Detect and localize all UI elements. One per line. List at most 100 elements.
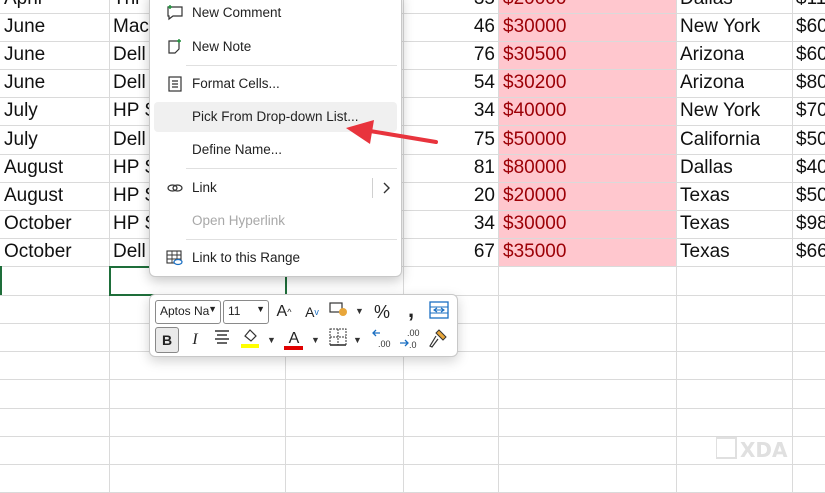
- cell-units[interactable]: 34: [405, 210, 495, 238]
- cell-month[interactable]: October: [4, 238, 72, 266]
- chevron-down-icon[interactable]: ▼: [355, 306, 364, 316]
- fill-color-button[interactable]: [239, 327, 261, 351]
- menu-item-link-to-range[interactable]: Link to this Range: [154, 243, 397, 273]
- menu-separator: [186, 168, 397, 169]
- cell-extra[interactable]: $11: [796, 0, 825, 13]
- cell-extra[interactable]: $50: [796, 126, 825, 154]
- increase-decimal-button[interactable]: .00.0: [398, 327, 420, 351]
- borders-button[interactable]: [327, 328, 349, 352]
- cell-city[interactable]: Arizona: [680, 69, 744, 97]
- cell-units[interactable]: 20: [405, 182, 495, 210]
- cell-price[interactable]: $35000: [503, 238, 566, 266]
- cell-price[interactable]: $30200: [503, 69, 566, 97]
- cell-product[interactable]: Dell: [113, 126, 153, 154]
- align-center-button[interactable]: [211, 328, 233, 352]
- cell-product[interactable]: Dell: [113, 41, 153, 69]
- bold-button[interactable]: B: [155, 327, 179, 353]
- font-color-icon: A: [288, 330, 300, 347]
- chevron-down-icon[interactable]: ▼: [311, 335, 320, 345]
- shrink-font-button[interactable]: Av: [301, 300, 323, 324]
- font-name-select[interactable]: Aptos Na ▼: [155, 300, 221, 324]
- cell-month[interactable]: June: [4, 13, 45, 41]
- spreadsheet-grid[interactable]: April Thi 35 $20000 Dallas $11 June Mac …: [0, 0, 825, 493]
- cell-price[interactable]: $50000: [503, 126, 566, 154]
- cell-units[interactable]: 46: [405, 13, 495, 41]
- chevron-down-icon[interactable]: ▼: [353, 335, 362, 345]
- menu-item-new-comment[interactable]: New Comment: [154, 0, 397, 28]
- cell-price[interactable]: $20000: [503, 0, 566, 13]
- cell-price[interactable]: $20000: [503, 182, 566, 210]
- xda-watermark-logo: XDA: [715, 434, 796, 464]
- cell-product[interactable]: HP S: [113, 97, 153, 125]
- cell-extra[interactable]: $60: [796, 41, 825, 69]
- grid-line: [0, 379, 825, 380]
- cell-extra[interactable]: $60: [796, 13, 825, 41]
- cell-city[interactable]: Dallas: [680, 154, 733, 182]
- menu-item-label: Format Cells...: [192, 76, 280, 91]
- cell-price[interactable]: $30000: [503, 13, 566, 41]
- cell-month[interactable]: June: [4, 41, 45, 69]
- cell-city[interactable]: Texas: [680, 210, 730, 238]
- bold-icon: B: [161, 332, 173, 348]
- chevron-down-icon[interactable]: ▼: [267, 335, 276, 345]
- grow-font-button[interactable]: A^: [273, 300, 295, 324]
- grid-line: [0, 436, 825, 437]
- cell-price[interactable]: $80000: [503, 154, 566, 182]
- grid-line: [498, 0, 499, 493]
- cell-month[interactable]: June: [4, 69, 45, 97]
- mini-toolbar: Aptos Na ▼ 11 ▼ A^ Av ▼ % , B I ▼ A ▼ ▼: [149, 294, 458, 357]
- cell-extra[interactable]: $70: [796, 97, 825, 125]
- cell-extra[interactable]: $40: [796, 154, 825, 182]
- menu-item-link[interactable]: Link: [154, 173, 397, 203]
- grid-line: [676, 0, 677, 493]
- chevron-right-icon[interactable]: [382, 180, 392, 201]
- cell-units[interactable]: 54: [405, 69, 495, 97]
- cell-price[interactable]: $30000: [503, 210, 566, 238]
- comma-style-button[interactable]: ,: [400, 298, 422, 322]
- cell-month[interactable]: July: [4, 126, 38, 154]
- menu-item-new-note[interactable]: New Note: [154, 32, 397, 62]
- svg-text:.00: .00: [378, 339, 391, 349]
- grow-font-icon: A: [276, 303, 288, 320]
- cell-product[interactable]: Mac: [113, 13, 153, 41]
- format-painter-button[interactable]: [427, 327, 449, 351]
- font-color-button[interactable]: A: [283, 327, 305, 351]
- cell-units[interactable]: 76: [405, 41, 495, 69]
- cell-city[interactable]: California: [680, 126, 760, 154]
- merge-center-button[interactable]: [428, 300, 450, 324]
- cell-city[interactable]: New York: [680, 97, 760, 125]
- cell-price[interactable]: $30500: [503, 41, 566, 69]
- cell-product[interactable]: HP S: [113, 210, 153, 238]
- cell-units[interactable]: 81: [405, 154, 495, 182]
- cell-product[interactable]: HP S: [113, 154, 153, 182]
- cell-units[interactable]: 67: [405, 238, 495, 266]
- cell-extra[interactable]: $66: [796, 238, 825, 266]
- cell-units[interactable]: 35: [405, 0, 495, 13]
- percent-style-button[interactable]: %: [371, 300, 393, 324]
- cell-city[interactable]: Texas: [680, 182, 730, 210]
- cell-price[interactable]: $40000: [503, 97, 566, 125]
- cell-extra[interactable]: $50: [796, 182, 825, 210]
- cell-city[interactable]: Texas: [680, 238, 730, 266]
- cell-extra[interactable]: $98: [796, 210, 825, 238]
- cell-extra[interactable]: $80: [796, 69, 825, 97]
- menu-item-format-cells[interactable]: Format Cells...: [154, 69, 397, 99]
- decrease-decimal-button[interactable]: .00: [370, 327, 392, 351]
- italic-button[interactable]: I: [184, 328, 206, 352]
- cell-month[interactable]: July: [4, 97, 38, 125]
- cell-month[interactable]: August: [4, 182, 63, 210]
- cell-product[interactable]: Dell: [113, 69, 153, 97]
- accounting-format-button[interactable]: [328, 300, 350, 324]
- grid-line: [403, 0, 404, 493]
- cell-product[interactable]: HP S: [113, 182, 153, 210]
- cell-month[interactable]: August: [4, 154, 63, 182]
- cell-month[interactable]: October: [4, 210, 72, 238]
- cell-city[interactable]: Dallas: [680, 0, 733, 13]
- font-size-select[interactable]: 11 ▼: [223, 300, 269, 324]
- cell-month[interactable]: April: [4, 0, 42, 13]
- cell-product[interactable]: Thi: [113, 0, 153, 13]
- cell-product[interactable]: Dell: [113, 238, 153, 266]
- decrease-decimal-icon: .00: [372, 329, 391, 349]
- cell-city[interactable]: New York: [680, 13, 760, 41]
- cell-city[interactable]: Arizona: [680, 41, 744, 69]
